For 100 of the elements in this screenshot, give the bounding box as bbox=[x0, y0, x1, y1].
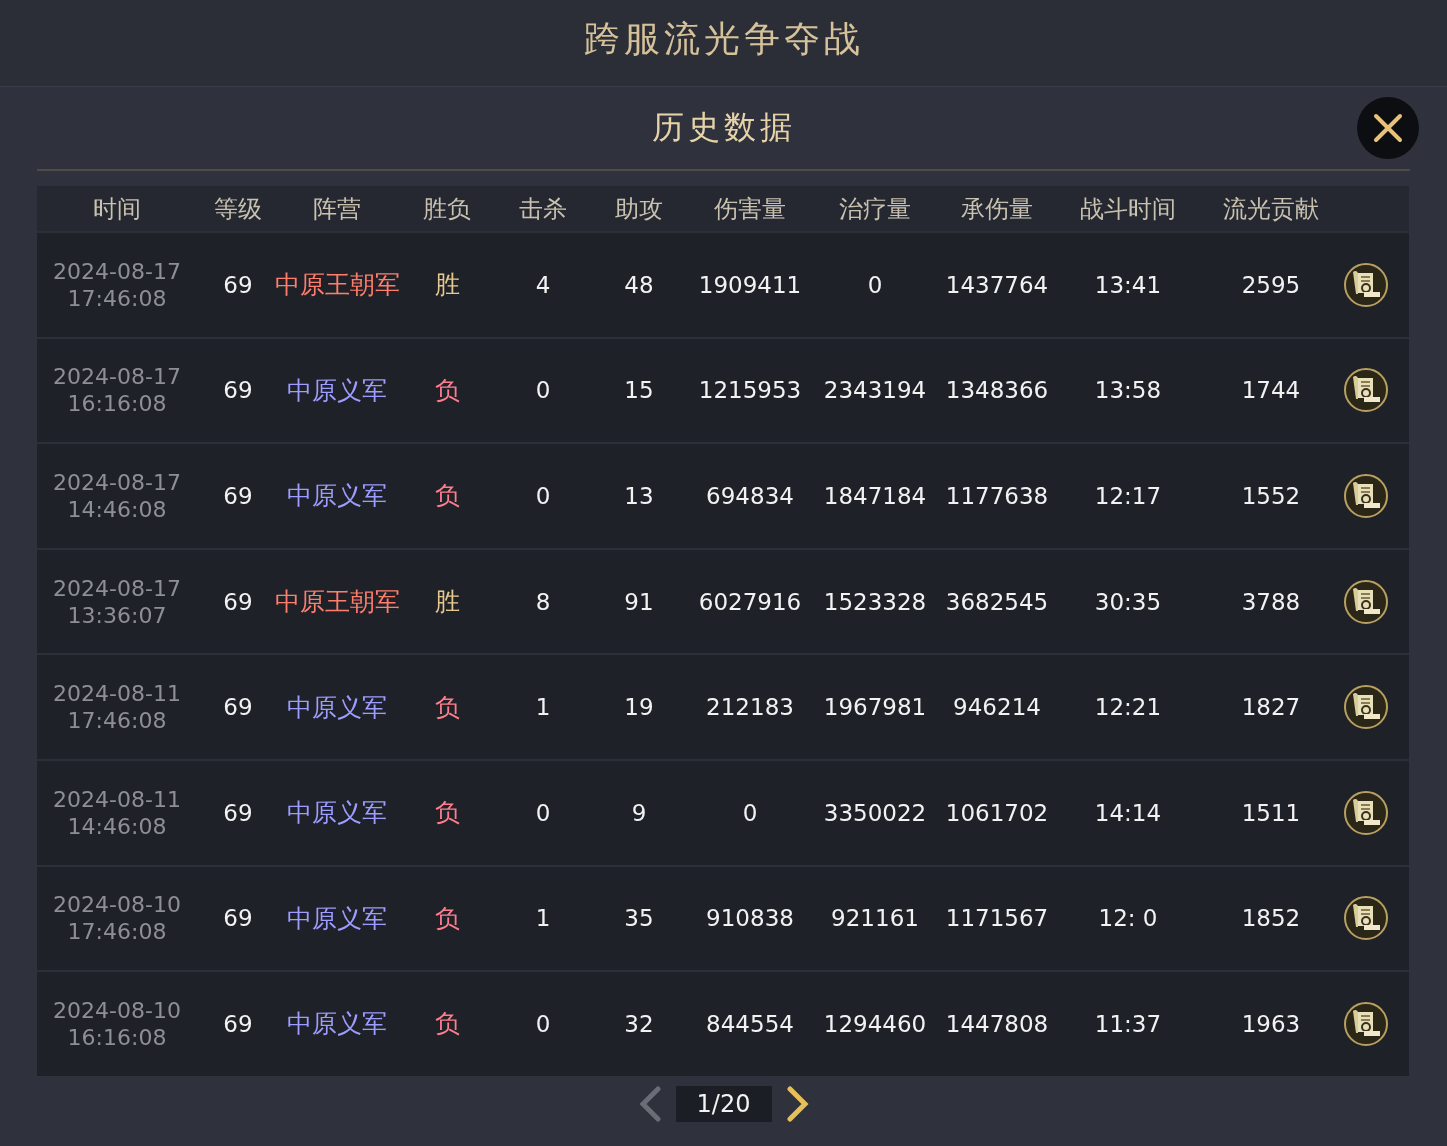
level-cell: 69 bbox=[223, 483, 253, 509]
scroll-icon bbox=[1343, 367, 1389, 414]
table-cell: 1827 bbox=[1241, 694, 1301, 721]
left-chevron-icon bbox=[637, 1085, 662, 1122]
result-cell-text: 负 bbox=[434, 691, 460, 724]
result-cell-text: 胜 bbox=[434, 269, 460, 302]
scroll-icon bbox=[1343, 789, 1389, 836]
column-header: 阵营 bbox=[312, 193, 362, 225]
column-header: 时间 bbox=[92, 193, 142, 225]
details-button[interactable] bbox=[1343, 578, 1389, 625]
details-button[interactable] bbox=[1343, 684, 1389, 731]
date-time-cell-text: 2024-08-17 16:16:08 bbox=[52, 363, 182, 418]
details-button[interactable] bbox=[1343, 895, 1389, 942]
column-header: 胜负 bbox=[422, 193, 472, 225]
scroll-icon bbox=[1343, 684, 1389, 731]
date-time-cell-text: 2024-08-11 14:46:08 bbox=[52, 785, 182, 840]
table-cell: 48 bbox=[624, 271, 654, 298]
level-cell: 69 bbox=[223, 271, 253, 298]
level-cell: 69 bbox=[223, 377, 253, 404]
table-cell: 1 bbox=[535, 905, 551, 932]
level-cell: 69 bbox=[223, 1010, 253, 1037]
table-cell: 1437764 bbox=[945, 271, 1049, 298]
column-header: 击杀 bbox=[518, 193, 568, 225]
table-cell: 3350022 bbox=[823, 799, 927, 826]
column-header: 流光贡献 bbox=[1222, 193, 1320, 225]
table-cell: 32 bbox=[624, 1010, 654, 1037]
date-time-cell-text: 2024-08-17 14:46:08 bbox=[52, 469, 182, 523]
table-cell: 2595 bbox=[1241, 271, 1301, 298]
level-cell: 69 bbox=[223, 588, 253, 615]
table-cell: 13:58 bbox=[1094, 377, 1162, 404]
date-time-cell-text: 2024-08-17 17:46:08 bbox=[52, 257, 182, 312]
level-cell: 69 bbox=[223, 694, 253, 721]
table-cell: 91 bbox=[624, 588, 654, 615]
panel-title: 历史数据 bbox=[651, 107, 796, 148]
table-cell: 0 bbox=[867, 271, 883, 298]
table-cell: 1511 bbox=[1241, 799, 1301, 826]
level-cell: 69 bbox=[223, 799, 253, 826]
table-cell: 1523328 bbox=[823, 588, 927, 615]
table-cell: 1552 bbox=[1241, 483, 1301, 509]
faction-cell-text: 中原义军 bbox=[287, 480, 387, 513]
table-cell: 946214 bbox=[953, 694, 1041, 721]
details-button[interactable] bbox=[1343, 261, 1389, 308]
table-cell: 1963 bbox=[1241, 1010, 1301, 1037]
close-icon bbox=[1371, 111, 1405, 145]
table-cell: 9 bbox=[631, 799, 647, 826]
result-cell-text: 负 bbox=[434, 902, 460, 935]
scroll-icon bbox=[1343, 578, 1389, 625]
table-cell: 1177638 bbox=[945, 483, 1049, 509]
column-header: 等级 bbox=[213, 193, 263, 225]
table-cell: 11:37 bbox=[1094, 1010, 1162, 1037]
table-cell: 1215953 bbox=[698, 377, 802, 404]
table-cell: 4 bbox=[535, 271, 551, 298]
result-cell-text: 负 bbox=[434, 374, 460, 407]
faction-cell-text: 中原义军 bbox=[287, 797, 387, 830]
window-title: 跨服流光争夺战 bbox=[582, 16, 865, 61]
next-page-button[interactable] bbox=[785, 1085, 810, 1122]
table-cell: 2343194 bbox=[823, 377, 927, 404]
previous-page-button[interactable] bbox=[637, 1085, 662, 1122]
table-cell: 694834 bbox=[706, 483, 794, 509]
details-button[interactable] bbox=[1343, 789, 1389, 836]
table-cell: 13:41 bbox=[1094, 271, 1162, 298]
date-time-cell-text: 2024-08-10 16:16:08 bbox=[52, 996, 182, 1051]
table-cell: 0 bbox=[535, 377, 551, 404]
right-chevron-icon bbox=[785, 1085, 810, 1122]
column-header: 伤害量 bbox=[713, 193, 787, 225]
scroll-icon bbox=[1343, 473, 1389, 519]
table-cell: 1847184 bbox=[823, 483, 927, 509]
table-cell: 921161 bbox=[831, 905, 919, 932]
faction-cell-text: 中原义军 bbox=[287, 691, 387, 724]
table-cell: 1294460 bbox=[823, 1010, 927, 1037]
date-time-cell-text: 2024-08-17 13:36:07 bbox=[52, 574, 182, 629]
faction-cell-text: 中原王朝军 bbox=[274, 269, 400, 302]
table-cell: 844554 bbox=[706, 1010, 794, 1037]
table-cell: 910838 bbox=[706, 905, 794, 932]
table-cell: 0 bbox=[535, 799, 551, 826]
table-cell: 1348366 bbox=[945, 377, 1049, 404]
page-indicator: 1/20 bbox=[675, 1085, 772, 1122]
faction-cell-text: 中原义军 bbox=[287, 1008, 387, 1041]
table-cell: 3788 bbox=[1241, 588, 1301, 615]
table-cell: 1447808 bbox=[945, 1010, 1049, 1037]
scroll-icon bbox=[1343, 1000, 1389, 1047]
result-cell-text: 负 bbox=[434, 480, 460, 513]
level-cell: 69 bbox=[223, 905, 253, 932]
details-button[interactable] bbox=[1343, 367, 1389, 414]
date-time-cell-text: 2024-08-11 17:46:08 bbox=[52, 680, 182, 735]
details-button[interactable] bbox=[1343, 473, 1389, 519]
faction-cell-text: 中原义军 bbox=[287, 902, 387, 935]
table-cell: 3682545 bbox=[945, 588, 1049, 615]
details-button[interactable] bbox=[1343, 1000, 1389, 1047]
table-cell: 1744 bbox=[1241, 377, 1301, 404]
table-cell: 35 bbox=[624, 905, 654, 932]
result-cell-text: 负 bbox=[434, 1008, 460, 1041]
table-cell: 1061702 bbox=[945, 799, 1049, 826]
faction-cell-text: 中原王朝军 bbox=[274, 586, 400, 619]
date-time-cell-text: 2024-08-10 17:46:08 bbox=[52, 891, 182, 946]
table-cell: 19 bbox=[624, 694, 654, 721]
table-cell: 13 bbox=[624, 483, 654, 509]
table-cell: 1909411 bbox=[698, 271, 802, 298]
column-header: 治疗量 bbox=[838, 193, 912, 225]
column-header: 助攻 bbox=[614, 193, 664, 225]
